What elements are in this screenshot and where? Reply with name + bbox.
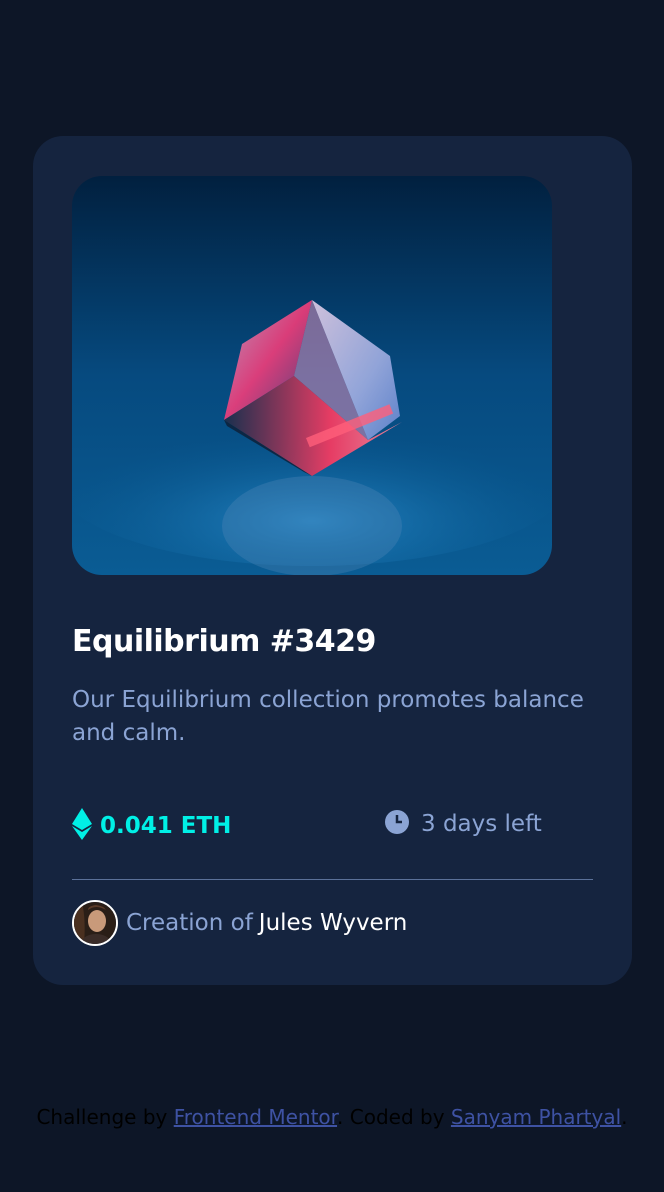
cube-image <box>72 176 552 575</box>
clock-icon <box>385 810 409 838</box>
frontend-mentor-link[interactable]: Frontend Mentor <box>174 1105 337 1129</box>
divider <box>72 879 593 880</box>
footer-middle: . Coded by <box>337 1105 445 1129</box>
creator-name-link[interactable]: Jules Wyvern <box>259 910 408 936</box>
creation-prefix: Creation of <box>126 910 253 936</box>
author-link[interactable]: Sanyam Phartyal <box>451 1105 621 1129</box>
ethereum-icon <box>72 808 92 844</box>
creator-label: Creation of Jules Wyvern <box>126 910 407 936</box>
nft-title[interactable]: Equilibrium #3429 <box>72 624 376 659</box>
price-info: 0.041 ETH <box>72 808 231 844</box>
footer-prefix: Challenge by <box>36 1105 168 1129</box>
creator-info: Creation of Jules Wyvern <box>72 900 407 946</box>
footer-suffix: . <box>621 1105 628 1129</box>
nft-image[interactable] <box>72 176 552 575</box>
footer-attribution: Challenge by Frontend Mentor. Coded by S… <box>0 1105 664 1129</box>
time-info: 3 days left <box>385 810 542 838</box>
time-left: 3 days left <box>421 811 542 837</box>
avatar <box>72 900 118 946</box>
price-value: 0.041 ETH <box>100 813 232 839</box>
nft-card: Equilibrium #3429 Our Equilibrium collec… <box>33 136 632 985</box>
nft-description: Our Equilibrium collection promotes bala… <box>72 687 584 746</box>
